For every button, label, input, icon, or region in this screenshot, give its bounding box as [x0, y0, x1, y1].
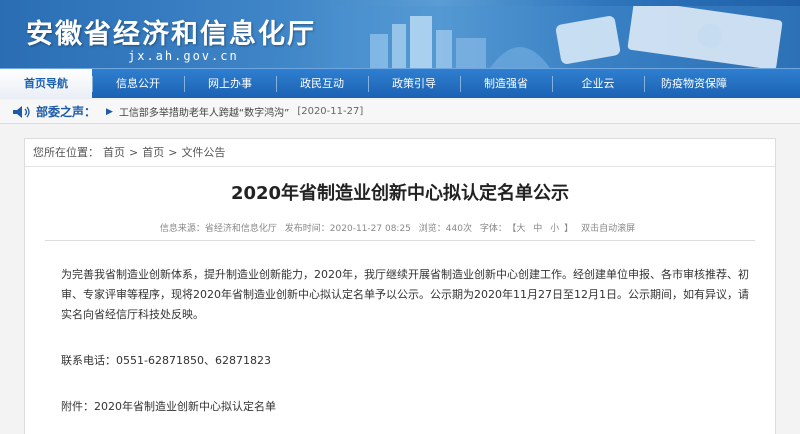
breadcrumb-prefix: 您所在位置：: [33, 146, 99, 159]
city-skyline-graphic: [330, 6, 800, 68]
ticker-label: 部委之声：: [36, 105, 97, 119]
breadcrumb-separator: >: [168, 146, 178, 159]
font-size-large[interactable]: 大: [516, 224, 525, 234]
title-divider: [45, 240, 755, 241]
article-title: 2020年省制造业创新中心拟认定名单公示: [230, 183, 570, 204]
news-ticker: 部委之声： ▶ 工信部多举措助老年人跨越“数字鸿沟” [2020-11-27]: [0, 100, 800, 124]
nav-item-home[interactable]: 首页导航: [0, 69, 92, 99]
breadcrumb-file-notice[interactable]: 文件公告: [181, 146, 225, 159]
meta-time: 发布时间：2020-11-27 08:25: [284, 224, 411, 234]
speaker-icon: [13, 105, 30, 118]
breadcrumb: 您所在位置： 首页 > 首页 > 文件公告: [25, 139, 775, 167]
main-nav: 首页导航 信息公开 网上办事 政民互动 政策引导 制造强省 企业云 防疫物资保障: [0, 68, 800, 99]
font-size-medium[interactable]: 中: [533, 224, 542, 234]
meta-views: 浏览：440次: [418, 224, 472, 234]
article-body: 为完善我省制造业创新体系，提升制造业创新能力，2020年，我厅继续开展省制造业创…: [61, 268, 749, 321]
breadcrumb-home[interactable]: 首页: [103, 146, 125, 159]
ticker-date: [2020-11-27]: [297, 106, 364, 117]
article-meta: 信息来源：省经济和信息化厅 发布时间：2020-11-27 08:25 浏览：4…: [25, 221, 775, 234]
breadcrumb-home-2[interactable]: 首页: [142, 146, 164, 159]
attachment-link[interactable]: 2020年省制造业创新中心拟认定名单: [94, 400, 276, 413]
arrow-right-icon: ▶: [106, 106, 113, 117]
nav-item-interaction[interactable]: 政民互动: [276, 69, 368, 99]
nav-item-manufacturing[interactable]: 制造强省: [460, 69, 552, 99]
attachment-label: 附件：: [61, 400, 94, 413]
nav-item-policy[interactable]: 政策引导: [368, 69, 460, 99]
auto-scroll-toggle[interactable]: 双击自动滚屏: [581, 224, 635, 234]
site-url: jx.ah.gov.cn: [128, 49, 239, 63]
attachment: 附件：2020年省制造业创新中心拟认定名单: [61, 398, 276, 414]
nav-item-epidemic-supplies[interactable]: 防疫物资保障: [644, 69, 744, 99]
nav-item-info-disclosure[interactable]: 信息公开: [92, 69, 184, 99]
article-panel: 您所在位置： 首页 > 首页 > 文件公告 2020年省制造业创新中心拟认定名单公示 信息…: [24, 138, 776, 434]
contact-phone: 联系电话：0551-62871850、62871823: [61, 354, 271, 367]
nav-item-enterprise-cloud[interactable]: 企业云: [552, 69, 644, 99]
nav-item-online-service[interactable]: 网上办事: [184, 69, 276, 99]
font-size-small[interactable]: 小: [550, 224, 559, 234]
meta-font-label: 字体： 【大 中 小】: [479, 224, 574, 234]
meta-source: 信息来源：省经济和信息化厅: [159, 224, 277, 234]
site-title[interactable]: 安徽省经济和信息化厅: [26, 12, 316, 51]
breadcrumb-separator: >: [129, 146, 139, 159]
ticker-news-link[interactable]: 工信部多举措助老年人跨越“数字鸿沟”: [119, 104, 289, 119]
site-banner: 安徽省经济和信息化厅 jx.ah.gov.cn: [0, 0, 800, 68]
